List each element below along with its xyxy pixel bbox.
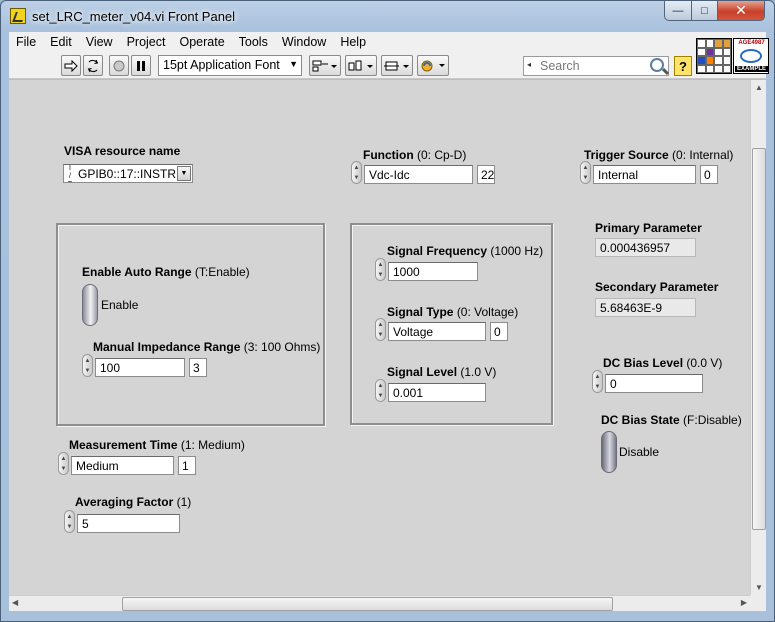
- context-help-button[interactable]: ?: [674, 56, 692, 76]
- menu-operate[interactable]: Operate: [172, 35, 231, 49]
- vertical-scrollbar[interactable]: ▲ ▼: [750, 80, 766, 595]
- auto-range-toggle[interactable]: [82, 284, 98, 326]
- sig-freq-label: Signal Frequency (1000 Hz): [387, 244, 544, 258]
- primary-indicator: 0.000436957: [595, 238, 696, 257]
- scroll-down-icon[interactable]: ▼: [755, 583, 763, 592]
- dc-bias-level-label: DC Bias Level (0.0 V): [603, 356, 723, 370]
- menu-help[interactable]: Help: [333, 35, 373, 49]
- chevron-down-icon[interactable]: ▼: [177, 166, 191, 181]
- range-cluster: [56, 223, 325, 426]
- visa-resource-value: GPIB0::17::INSTR: [78, 167, 177, 181]
- reorder-icon[interactable]: [417, 55, 449, 76]
- title-bar[interactable]: set_LRC_meter_v04.vi Front Panel — □ ✕: [1, 1, 774, 31]
- pause-icon[interactable]: [131, 55, 151, 76]
- trigger-ring[interactable]: Internal: [593, 165, 696, 184]
- horizontal-scroll-thumb[interactable]: [122, 597, 613, 611]
- function-index: 22: [477, 165, 495, 184]
- meas-time-ring[interactable]: Medium: [71, 456, 174, 475]
- impedance-index: 3: [189, 358, 207, 377]
- menu-project[interactable]: Project: [120, 35, 173, 49]
- sig-type-index: 0: [490, 322, 508, 341]
- scroll-right-icon[interactable]: ▶: [741, 598, 747, 607]
- sig-level-spinner[interactable]: ▲ ▼: [375, 379, 386, 402]
- function-ring[interactable]: Vdc-Idc: [364, 165, 473, 184]
- avg-spinner[interactable]: ▲ ▼: [64, 510, 75, 533]
- labview-window: set_LRC_meter_v04.vi Front Panel — □ ✕ F…: [0, 0, 775, 622]
- auto-range-label: Enable Auto Range (T:Enable): [82, 265, 250, 279]
- search-input[interactable]: ◂ Search: [523, 56, 669, 76]
- menu-edit[interactable]: Edit: [43, 35, 79, 49]
- impedance-spinner[interactable]: ▲ ▼: [82, 354, 93, 377]
- function-label: Function (0: Cp-D): [363, 148, 467, 162]
- secondary-label: Secondary Parameter: [595, 280, 719, 294]
- primary-label: Primary Parameter: [595, 221, 702, 235]
- sig-type-spinner[interactable]: ▲ ▼: [375, 318, 386, 341]
- dc-bias-level-spinner[interactable]: ▲ ▼: [592, 370, 603, 393]
- sig-level-input[interactable]: 0.001: [388, 383, 486, 402]
- front-panel: VISA resource name I/O GPIB0::17::INSTR …: [9, 80, 750, 595]
- trigger-spinner[interactable]: ▲ ▼: [580, 161, 591, 184]
- example-icon-top-text: AGE4987: [738, 40, 765, 46]
- impedance-ring[interactable]: 100: [95, 358, 185, 377]
- meas-time-spinner[interactable]: ▲ ▼: [58, 452, 69, 475]
- scroll-left-icon[interactable]: ◀: [12, 598, 18, 607]
- dc-bias-state-label: DC Bias State (F:Disable): [601, 413, 742, 427]
- labview-vi-icon: [10, 8, 26, 24]
- sig-type-ring[interactable]: Voltage: [388, 322, 486, 341]
- visa-io-icon: I/O: [67, 165, 72, 182]
- visa-label: VISA resource name: [64, 144, 181, 158]
- maximize-button[interactable]: □: [691, 1, 718, 21]
- dc-bias-state-toggle[interactable]: [601, 431, 617, 473]
- menu-view[interactable]: View: [79, 35, 120, 49]
- visa-resource-control[interactable]: I/O GPIB0::17::INSTR ▼: [63, 164, 193, 183]
- scrollbar-corner: [750, 595, 766, 611]
- menu-file[interactable]: File: [9, 35, 43, 49]
- vi-example-icon: AGE4987 EXAMPLE: [733, 38, 769, 74]
- example-icon-bottom-text: EXAMPLE: [735, 66, 768, 72]
- avg-label: Averaging Factor (1): [75, 495, 192, 509]
- auto-range-state: Enable: [101, 298, 139, 312]
- menu-tools[interactable]: Tools: [232, 35, 275, 49]
- sig-level-label: Signal Level (1.0 V): [387, 365, 497, 379]
- example-icon-graphic: [740, 49, 762, 63]
- chevron-down-icon: ▼: [289, 59, 298, 69]
- run-continuous-icon[interactable]: [83, 55, 103, 76]
- close-button[interactable]: ✕: [717, 1, 765, 21]
- sig-type-label: Signal Type (0: Voltage): [387, 305, 519, 319]
- search-icon[interactable]: [650, 58, 664, 72]
- dc-bias-level-input[interactable]: 0: [605, 374, 703, 393]
- function-spinner[interactable]: ▲ ▼: [351, 161, 362, 184]
- horizontal-scrollbar[interactable]: ◀ ▶: [9, 595, 750, 611]
- resize-icon[interactable]: [381, 55, 413, 76]
- run-arrow-icon[interactable]: [61, 55, 81, 76]
- menu-bar: File Edit View Project Operate Tools Win…: [9, 32, 766, 52]
- abort-icon[interactable]: [109, 55, 129, 76]
- impedance-label: Manual Impedance Range (3: 100 Ohms): [93, 340, 321, 354]
- window-title: set_LRC_meter_v04.vi Front Panel: [32, 9, 236, 24]
- vertical-scroll-thumb[interactable]: [752, 148, 766, 530]
- minimize-button[interactable]: —: [664, 1, 692, 21]
- sig-freq-spinner[interactable]: ▲ ▼: [375, 258, 386, 281]
- scroll-up-icon[interactable]: ▲: [755, 83, 763, 92]
- align-icon[interactable]: [309, 55, 341, 76]
- font-select[interactable]: 15pt Application Font ▼: [158, 55, 302, 76]
- meas-time-label: Measurement Time (1: Medium): [69, 438, 245, 452]
- font-select-value: 15pt Application Font: [163, 58, 280, 72]
- meas-time-index: 1: [178, 456, 196, 475]
- toolbar: 15pt Application Font ▼ ◂ Search ? AGE49…: [9, 38, 769, 79]
- dc-bias-state-text: Disable: [619, 445, 660, 459]
- distribute-icon[interactable]: [345, 55, 377, 76]
- trigger-index: 0: [700, 165, 718, 184]
- menu-window[interactable]: Window: [275, 35, 333, 49]
- trigger-label: Trigger Source (0: Internal): [584, 148, 734, 162]
- search-dropdown-icon[interactable]: ◂: [527, 60, 531, 69]
- sig-freq-input[interactable]: 1000: [388, 262, 478, 281]
- search-placeholder: Search: [540, 59, 580, 73]
- avg-input[interactable]: 5: [77, 514, 180, 533]
- vi-connector-pane-icon: [696, 38, 732, 74]
- secondary-indicator: 5.68463E-9: [595, 298, 696, 317]
